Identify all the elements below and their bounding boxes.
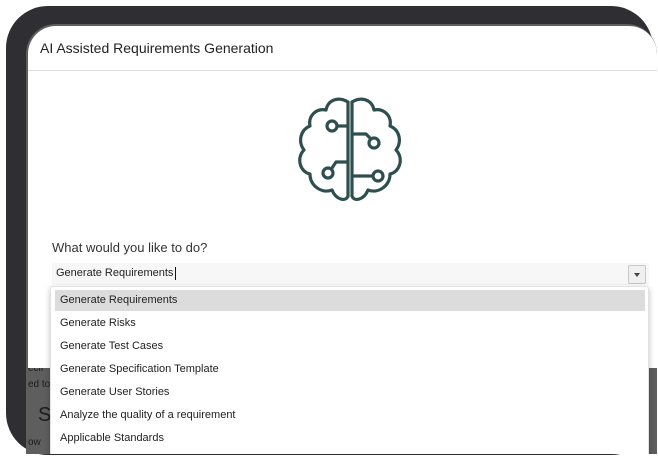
select-value: Generate Requirements bbox=[56, 267, 174, 279]
option-analyze-quality[interactable]: Analyze the quality of a requirement bbox=[55, 405, 645, 426]
option-generate-requirements[interactable]: Generate Requirements bbox=[55, 290, 645, 311]
text-cursor bbox=[175, 267, 176, 280]
action-select[interactable]: Generate Requirements bbox=[52, 263, 649, 285]
option-generate-user-stories[interactable]: Generate User Stories bbox=[55, 382, 645, 403]
device-frame: ecif ed to S ow AI Assisted Requirements… bbox=[6, 6, 657, 455]
option-generate-specification-template[interactable]: Generate Specification Template bbox=[55, 359, 645, 380]
screen: ecif ed to S ow AI Assisted Requirements… bbox=[26, 24, 657, 454]
option-generate-risks[interactable]: Generate Risks bbox=[55, 313, 645, 334]
chevron-down-icon bbox=[634, 272, 640, 277]
option-applicable-standards[interactable]: Applicable Standards bbox=[55, 428, 645, 449]
prompt-label: What would you like to do? bbox=[52, 240, 208, 255]
option-generate-test-cases[interactable]: Generate Test Cases bbox=[55, 336, 645, 357]
dropdown-menu: Generate Requirements Generate Risks Gen… bbox=[50, 286, 649, 454]
modal-header: AI Assisted Requirements Generation bbox=[28, 26, 657, 71]
background-text-fragment: ow bbox=[28, 437, 41, 448]
brain-circuit-icon bbox=[298, 97, 402, 201]
modal-title: AI Assisted Requirements Generation bbox=[40, 40, 274, 56]
background-text-fragment: ed to bbox=[28, 379, 51, 390]
dropdown-toggle-button[interactable] bbox=[628, 265, 646, 284]
